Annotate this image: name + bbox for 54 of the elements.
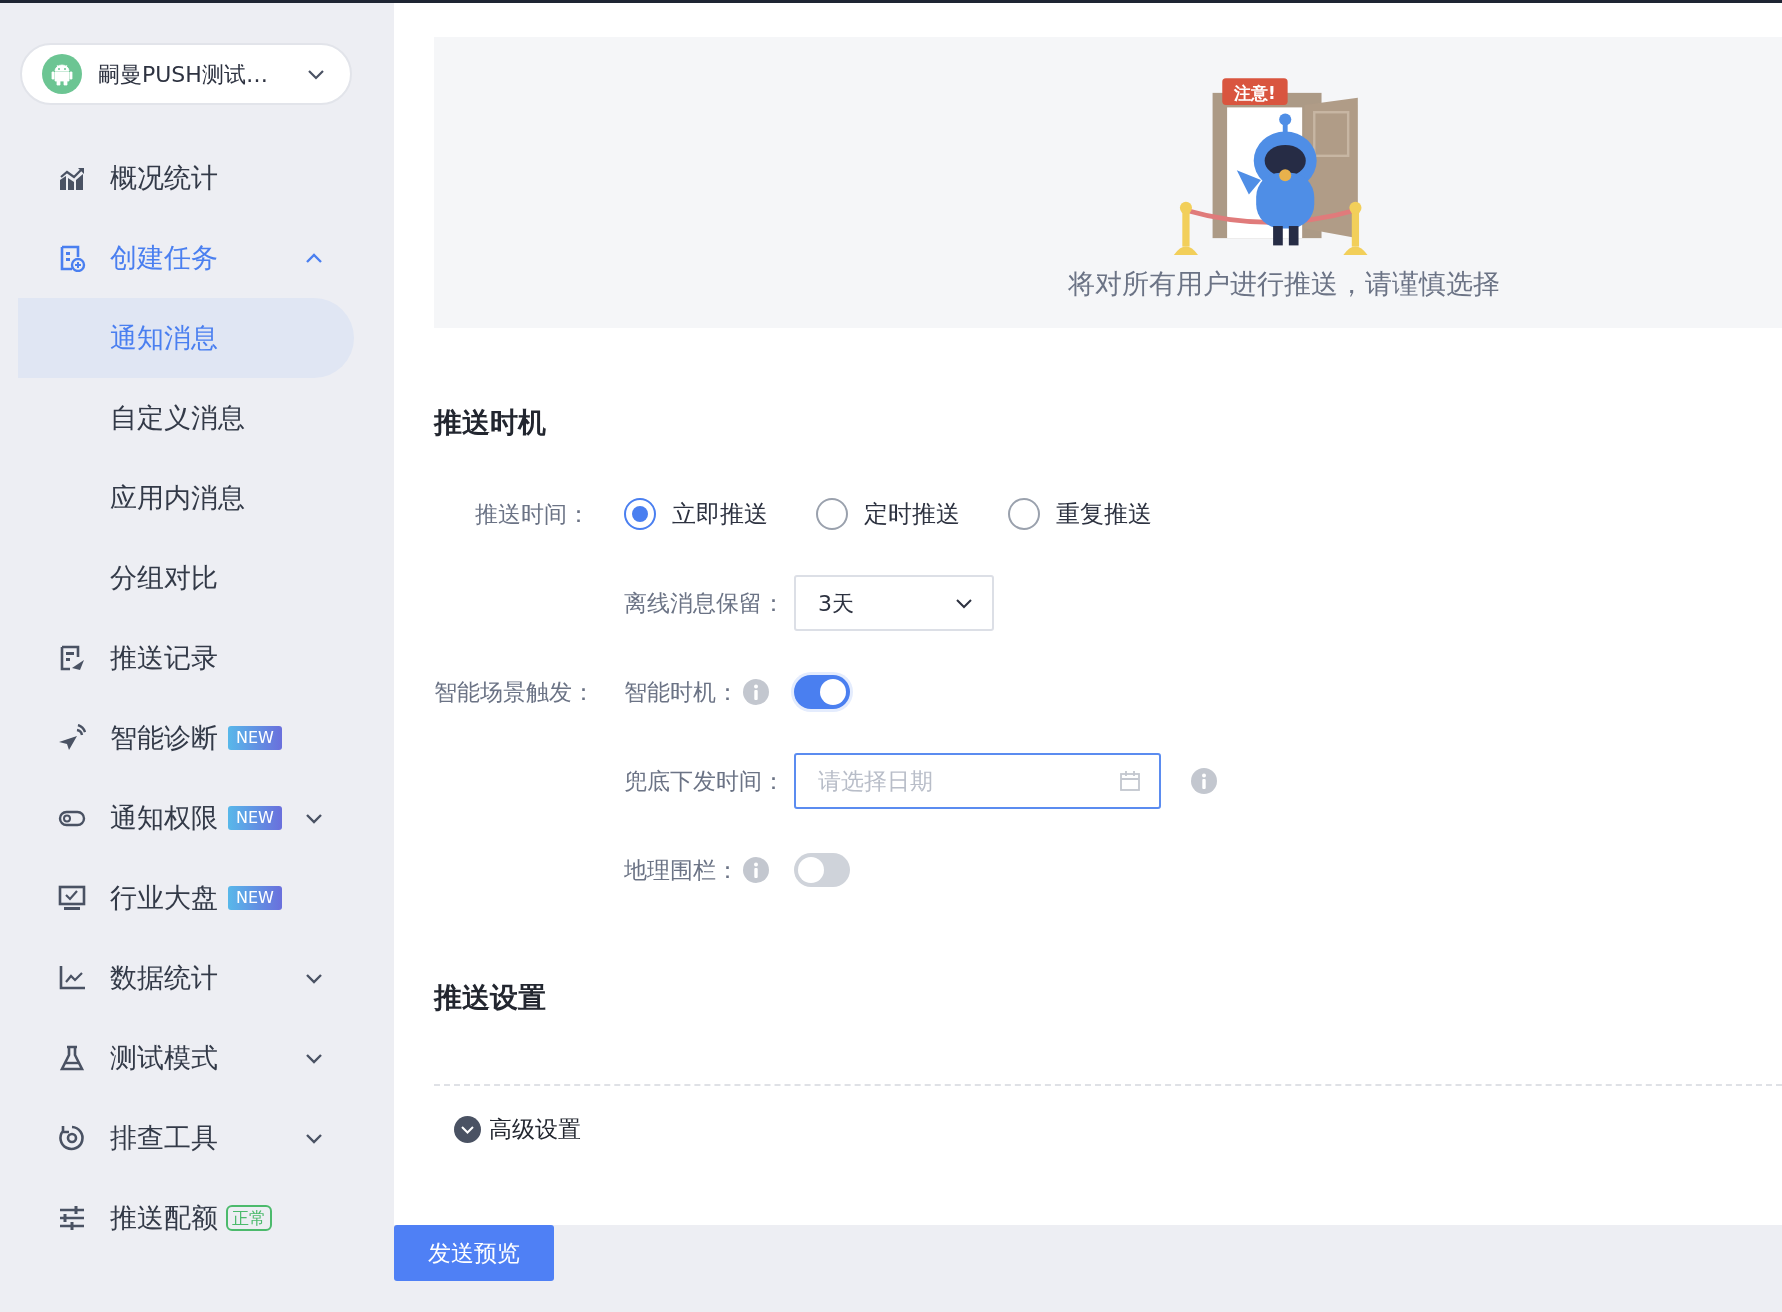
sidebar-subitem[interactable]: 分组对比 [18,538,354,618]
line-chart-icon [58,964,86,992]
section-title: 推送设置 [434,980,547,1015]
field-label: 智能场景触发： [434,678,595,705]
sidebar-item[interactable]: 推送配额 正常 [18,1178,354,1258]
sidebar-item[interactable]: 排查工具 [18,1098,354,1178]
radio-circle[interactable] [1008,498,1040,531]
spiral-icon [58,1124,86,1152]
sidebar-subitem[interactable]: 自定义消息 [18,378,354,458]
field-label: 智能时机： [624,677,739,707]
app-selector[interactable]: 嗣曼PUSH测试… [20,43,352,105]
android-icon [42,54,82,94]
paper-plane-icon [58,724,86,752]
sidebar-subitem[interactable]: 应用内消息 [18,458,354,538]
select-field[interactable]: 3天 [794,575,994,632]
new-badge: NEW [228,886,282,910]
date-field[interactable]: 请选择日期 [794,753,1161,810]
new-badge: NEW [228,726,282,750]
section-title: 推送时机 [434,406,547,440]
sidebar-item[interactable]: 智能诊断 NEW [18,698,354,778]
preview-button[interactable]: 发送预览 [394,1225,554,1281]
info-icon [743,679,769,706]
calendar-icon [1119,770,1141,793]
warning-sign-label: 注意! [1234,82,1276,103]
advanced-settings-toggle[interactable]: 高级设置 [454,1112,581,1147]
info-icon [1191,768,1217,795]
sliders-icon [58,1204,86,1232]
status-badge: 正常 [226,1205,272,1231]
toggle-switch[interactable] [794,675,850,710]
sidebar-item[interactable]: 数据统计 [18,938,354,1018]
radio-option[interactable]: 重复推送 [1008,496,1200,533]
sidebar-item[interactable]: 行业大盘 NEW [18,858,354,938]
sidebar-item[interactable]: 通知权限 NEW [18,778,354,858]
sidebar-item[interactable]: 测试模式 [18,1018,354,1098]
notice-text: 将对所有用户进行推送，请谨慎选择 [1068,266,1500,301]
sidebar-item[interactable]: 概况统计 [18,138,354,218]
chevron-down-icon [454,1115,481,1143]
monitor-check-icon [58,884,86,912]
info-icon [743,857,769,884]
document-plus-icon [58,244,86,272]
radio-circle[interactable] [816,498,848,531]
sidebar-item[interactable]: 推送记录 [18,618,354,698]
new-badge: NEW [228,806,282,830]
field-label: 推送时间： [475,500,590,527]
flask-icon [58,1044,86,1072]
field-label: 离线消息保留： [624,588,785,618]
field-label: 兜底下发时间： [624,766,785,796]
warning-sign [1222,77,1288,105]
toggle-switch[interactable] [794,853,850,888]
document-send-icon [58,644,86,672]
radio-option[interactable]: 定时推送 [816,496,1008,533]
field-label: 地理围栏： [624,855,739,885]
radio-option[interactable]: 立即推送 [624,496,816,533]
radio-circle[interactable] [624,498,656,531]
